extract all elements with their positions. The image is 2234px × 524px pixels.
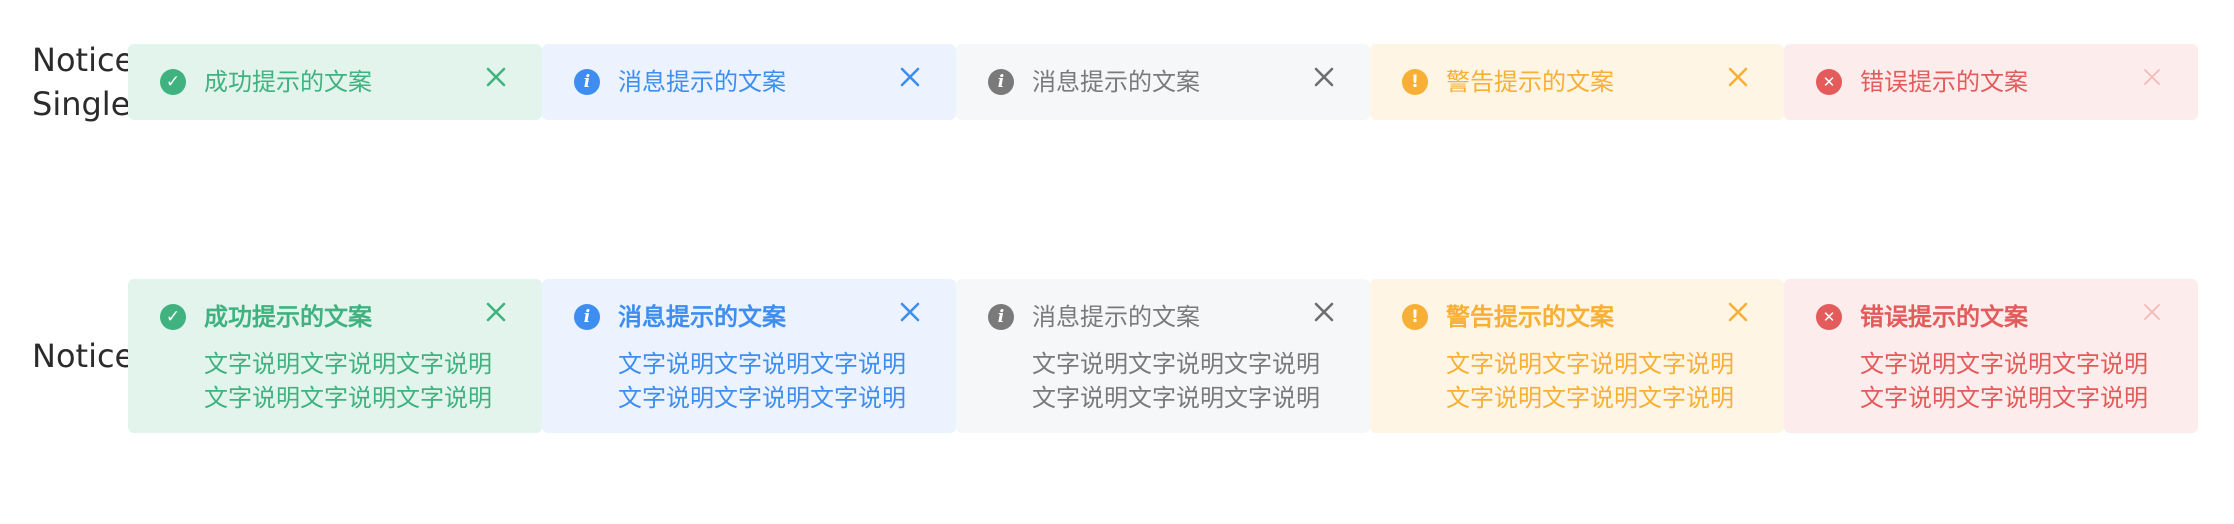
close-icon[interactable]: [2138, 63, 2166, 91]
description-line: 文字说明文字说明文字说明: [1446, 350, 1734, 378]
notice-warning: ! 警告提示的文案: [1370, 44, 1784, 120]
notice-description: 文字说明文字说明文字说明 文字说明文字说明文字说明: [204, 347, 492, 415]
row-label-notice-single: Notice Single: [32, 41, 135, 123]
notice-success: ✓ 成功提示的文案: [128, 44, 542, 120]
notice-title: 消息提示的文案: [618, 303, 786, 331]
close-icon[interactable]: [482, 63, 510, 91]
notice-error: ✕ 错误提示的文案: [1784, 44, 2198, 120]
notice-neutral: i 消息提示的文案 文字说明文字说明文字说明 文字说明文字说明文字说明: [956, 279, 1370, 433]
notice-multi-row: ✓ 成功提示的文案 文字说明文字说明文字说明 文字说明文字说明文字说明 i 消息…: [128, 279, 2198, 433]
info-circle-icon: i: [574, 69, 600, 95]
close-icon[interactable]: [1310, 63, 1338, 91]
notice-title: 消息提示的文案: [618, 68, 786, 96]
notice-description: 文字说明文字说明文字说明 文字说明文字说明文字说明: [1032, 347, 1320, 415]
error-circle-icon: ✕: [1816, 304, 1842, 330]
exclamation-circle-icon: !: [1402, 69, 1428, 95]
notice-title: 消息提示的文案: [1032, 68, 1200, 96]
description-line: 文字说明文字说明文字说明: [204, 384, 492, 412]
notice-title: 警告提示的文案: [1446, 303, 1614, 331]
description-line: 文字说明文字说明文字说明: [1446, 384, 1734, 412]
check-circle-icon: ✓: [160, 304, 186, 330]
notice-warning: ! 警告提示的文案 文字说明文字说明文字说明 文字说明文字说明文字说明: [1370, 279, 1784, 433]
description-line: 文字说明文字说明文字说明: [618, 384, 906, 412]
close-icon[interactable]: [482, 298, 510, 326]
description-line: 文字说明文字说明文字说明: [1860, 384, 2148, 412]
notice-title: 错误提示的文案: [1860, 303, 2028, 331]
notice-info: i 消息提示的文案 文字说明文字说明文字说明 文字说明文字说明文字说明: [542, 279, 956, 433]
info-circle-icon: i: [988, 69, 1014, 95]
info-circle-icon: i: [988, 304, 1014, 330]
notice-description: 文字说明文字说明文字说明 文字说明文字说明文字说明: [1860, 347, 2148, 415]
description-line: 文字说明文字说明文字说明: [618, 350, 906, 378]
notice-single-row: ✓ 成功提示的文案 i 消息提示的文案 i 消息提示的文案 ! 警告提示的文案 …: [128, 44, 2198, 120]
error-circle-icon: ✕: [1816, 69, 1842, 95]
description-line: 文字说明文字说明文字说明: [204, 350, 492, 378]
row-label-notice: Notice: [32, 337, 135, 375]
exclamation-circle-icon: !: [1402, 304, 1428, 330]
info-circle-icon: i: [574, 304, 600, 330]
close-icon[interactable]: [2138, 298, 2166, 326]
close-icon[interactable]: [1724, 63, 1752, 91]
description-line: 文字说明文字说明文字说明: [1032, 384, 1320, 412]
notice-neutral: i 消息提示的文案: [956, 44, 1370, 120]
close-icon[interactable]: [896, 298, 924, 326]
notice-title: 成功提示的文案: [204, 68, 372, 96]
notice-title: 警告提示的文案: [1446, 68, 1614, 96]
notice-description: 文字说明文字说明文字说明 文字说明文字说明文字说明: [618, 347, 906, 415]
notice-error: ✕ 错误提示的文案 文字说明文字说明文字说明 文字说明文字说明文字说明: [1784, 279, 2198, 433]
notice-title: 消息提示的文案: [1032, 303, 1200, 331]
notice-info: i 消息提示的文案: [542, 44, 956, 120]
notice-success: ✓ 成功提示的文案 文字说明文字说明文字说明 文字说明文字说明文字说明: [128, 279, 542, 433]
description-line: 文字说明文字说明文字说明: [1032, 350, 1320, 378]
notice-description: 文字说明文字说明文字说明 文字说明文字说明文字说明: [1446, 347, 1734, 415]
notice-title: 成功提示的文案: [204, 303, 372, 331]
description-line: 文字说明文字说明文字说明: [1860, 350, 2148, 378]
close-icon[interactable]: [1310, 298, 1338, 326]
close-icon[interactable]: [1724, 298, 1752, 326]
notice-title: 错误提示的文案: [1860, 68, 2028, 96]
close-icon[interactable]: [896, 63, 924, 91]
check-circle-icon: ✓: [160, 69, 186, 95]
